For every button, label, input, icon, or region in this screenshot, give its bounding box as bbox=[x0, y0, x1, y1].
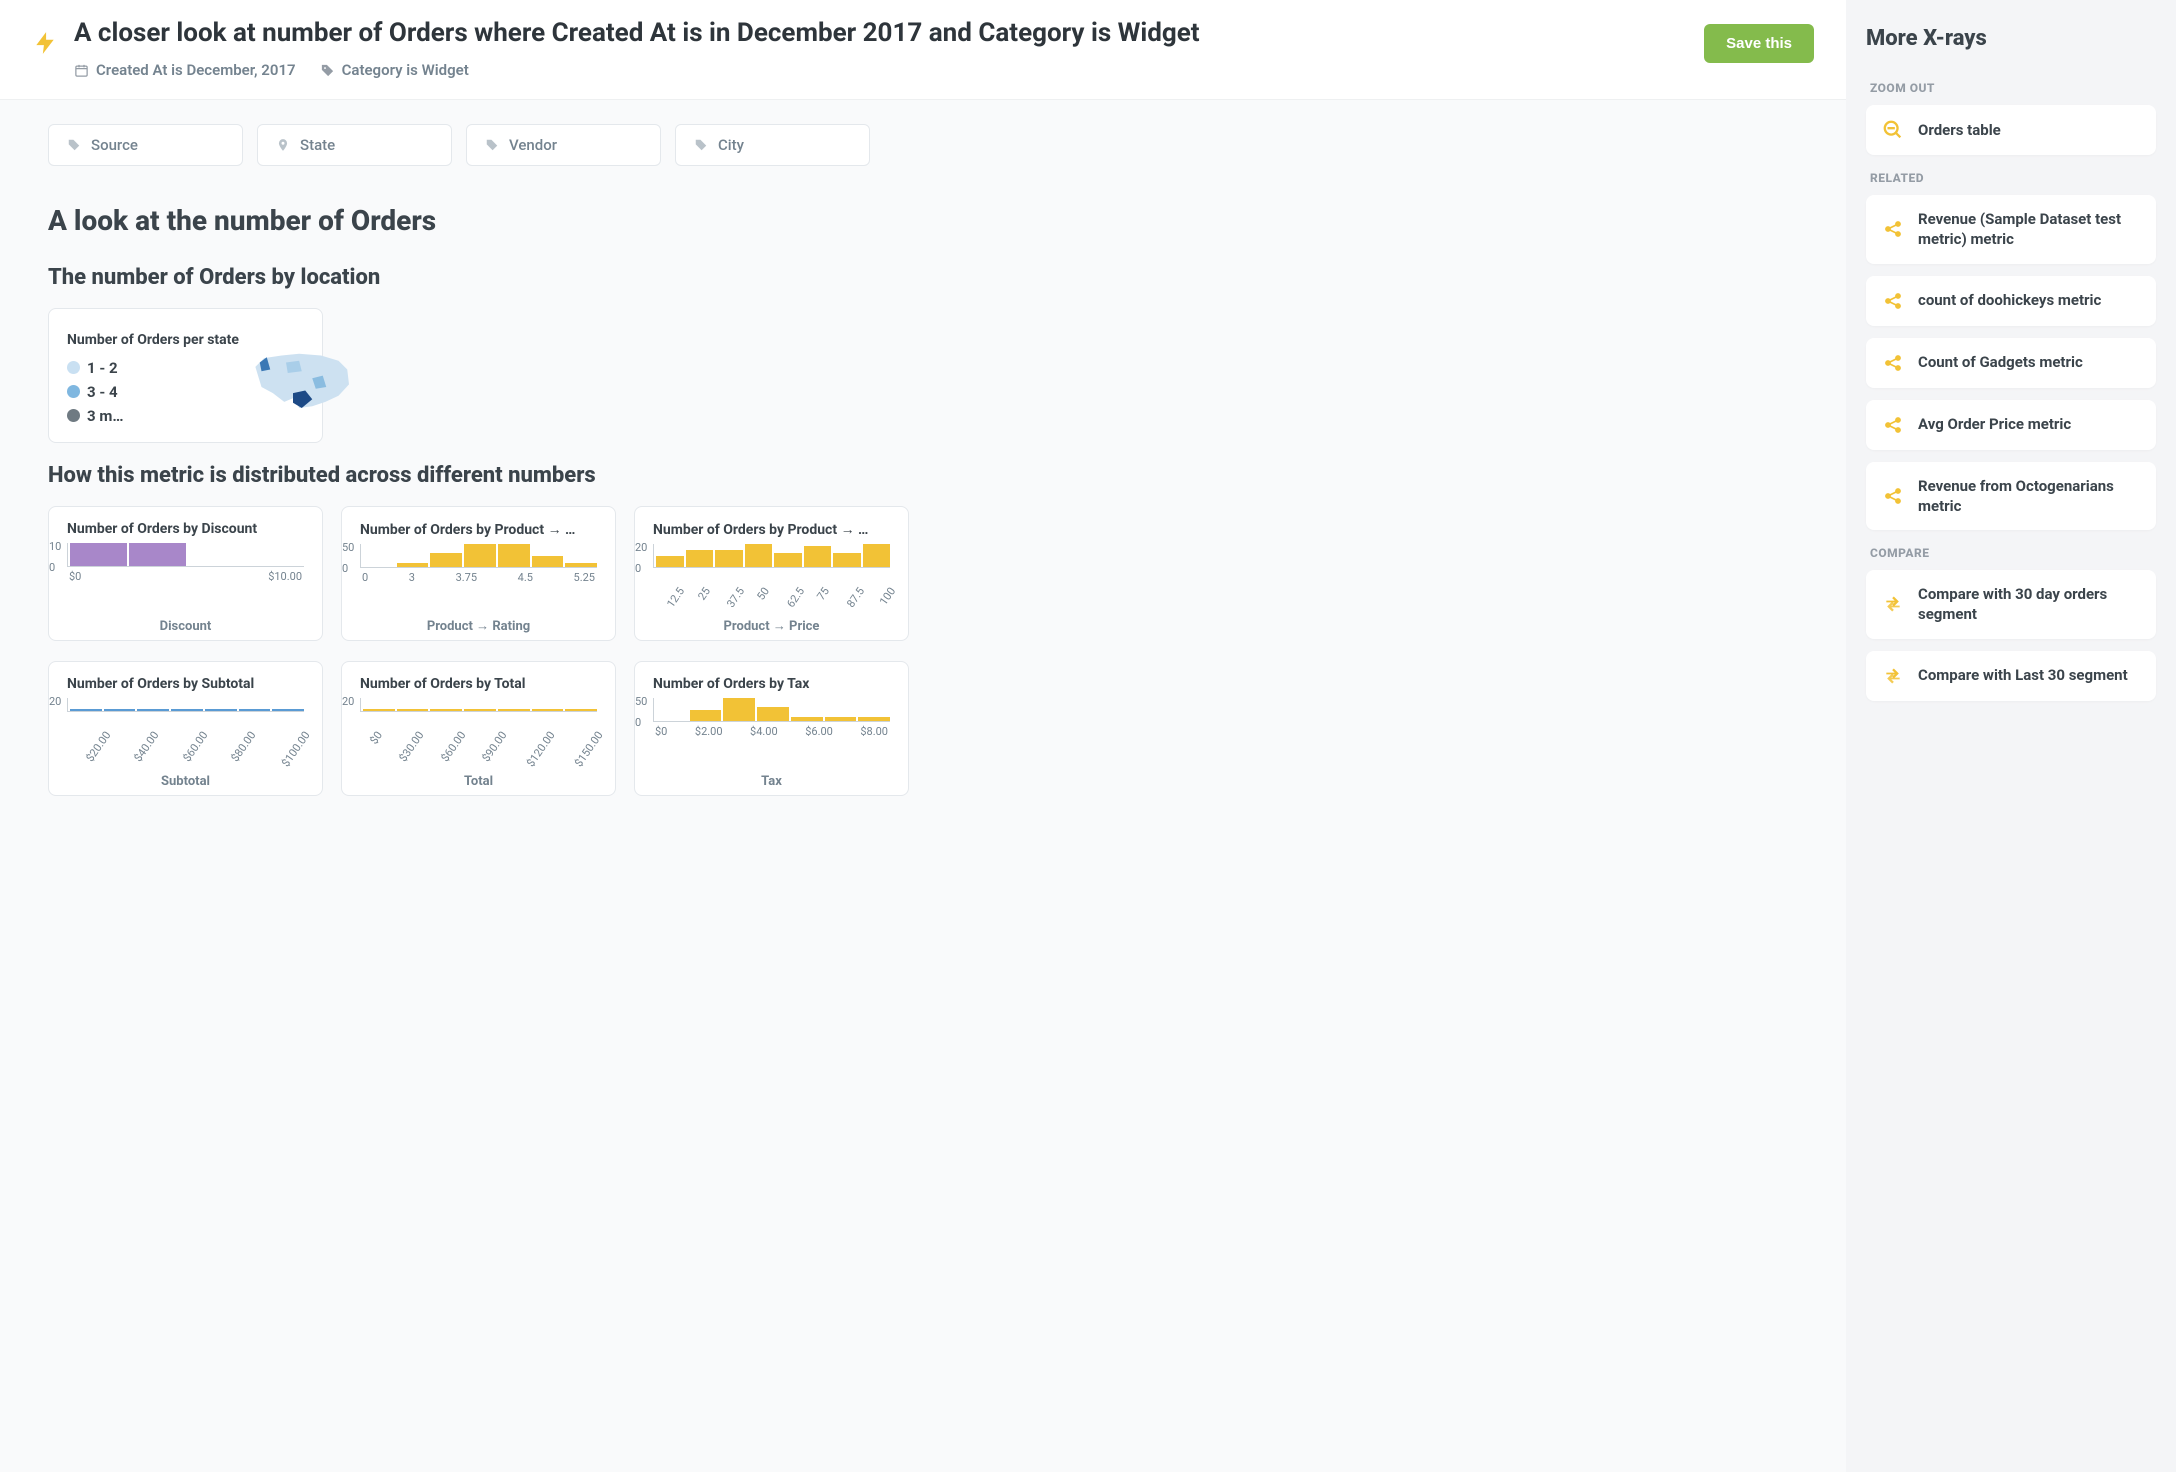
tag-icon bbox=[485, 138, 499, 152]
filter-vendor[interactable]: Vendor bbox=[466, 124, 661, 166]
sidebar-title: More X-rays bbox=[1866, 26, 2156, 51]
bar-chart bbox=[360, 698, 597, 712]
share-icon bbox=[1882, 290, 1904, 312]
pin-icon bbox=[276, 138, 290, 152]
compare-icon bbox=[1882, 665, 1904, 687]
filter-state[interactable]: State bbox=[257, 124, 452, 166]
xray-compare-30-day[interactable]: Compare with 30 day orders segment bbox=[1866, 570, 2156, 639]
bar-chart bbox=[360, 544, 597, 568]
page-title: A closer look at number of Orders where … bbox=[74, 16, 1688, 51]
lightning-icon bbox=[32, 28, 58, 58]
sidebar: More X-rays Zoom out Orders table Relate… bbox=[1846, 0, 2176, 1472]
card-total[interactable]: Number of Orders by Total 20 $0$30.00$60… bbox=[341, 661, 616, 796]
section-heading-main: A look at the number of Orders bbox=[48, 204, 1814, 237]
bar-chart bbox=[653, 698, 890, 722]
page-header: A closer look at number of Orders where … bbox=[0, 0, 1846, 100]
section-heading-location: The number of Orders by location bbox=[48, 265, 1814, 290]
filter-bar: Source State Vendor City bbox=[48, 124, 1814, 166]
xray-octogenarians-metric[interactable]: Revenue from Octogenarians metric bbox=[1866, 462, 2156, 531]
zoom-out-icon bbox=[1882, 119, 1904, 141]
filter-created-at[interactable]: Created At is December, 2017 bbox=[74, 61, 296, 79]
us-map-icon bbox=[251, 345, 356, 415]
card-subtotal[interactable]: Number of Orders by Subtotal 20 $20.00$4… bbox=[48, 661, 323, 796]
section-heading-distribution: How this metric is distributed across di… bbox=[48, 463, 1814, 488]
sidebar-section-zoom-out: Zoom out bbox=[1870, 81, 2152, 95]
sidebar-section-compare: Compare bbox=[1870, 546, 2152, 560]
compare-icon bbox=[1882, 593, 1904, 615]
save-button[interactable]: Save this bbox=[1704, 24, 1814, 63]
bar-chart bbox=[653, 544, 890, 568]
filter-category[interactable]: Category is Widget bbox=[320, 61, 469, 79]
sidebar-section-related: Related bbox=[1870, 171, 2152, 185]
calendar-icon bbox=[74, 63, 89, 78]
card-orders-per-state[interactable]: Number of Orders per state 1 - 2 3 - 4 3… bbox=[48, 308, 323, 443]
bar-chart bbox=[67, 543, 304, 567]
legend-dot-icon bbox=[67, 361, 80, 374]
share-icon bbox=[1882, 218, 1904, 240]
legend-dot-icon bbox=[67, 385, 80, 398]
legend-dot-icon bbox=[67, 409, 80, 422]
share-icon bbox=[1882, 352, 1904, 374]
xray-revenue-metric[interactable]: Revenue (Sample Dataset test metric) met… bbox=[1866, 195, 2156, 264]
card-price[interactable]: Number of Orders by Product → … 200 12.5… bbox=[634, 506, 909, 641]
tag-icon bbox=[67, 138, 81, 152]
card-tax[interactable]: Number of Orders by Tax 500 $0$2.00$4.00… bbox=[634, 661, 909, 796]
xray-gadgets-metric[interactable]: Count of Gadgets metric bbox=[1866, 338, 2156, 388]
xray-doohickeys-metric[interactable]: count of doohickeys metric bbox=[1866, 276, 2156, 326]
tag-icon bbox=[694, 138, 708, 152]
xray-orders-table[interactable]: Orders table bbox=[1866, 105, 2156, 155]
xray-compare-last-30[interactable]: Compare with Last 30 segment bbox=[1866, 651, 2156, 701]
filter-city[interactable]: City bbox=[675, 124, 870, 166]
tag-icon bbox=[320, 63, 335, 78]
share-icon bbox=[1882, 485, 1904, 507]
bar-chart bbox=[67, 698, 304, 712]
card-discount[interactable]: Number of Orders by Discount 100 $0$10.0… bbox=[48, 506, 323, 641]
filter-source[interactable]: Source bbox=[48, 124, 243, 166]
share-icon bbox=[1882, 414, 1904, 436]
card-rating[interactable]: Number of Orders by Product → … 500 033.… bbox=[341, 506, 616, 641]
xray-avg-price-metric[interactable]: Avg Order Price metric bbox=[1866, 400, 2156, 450]
